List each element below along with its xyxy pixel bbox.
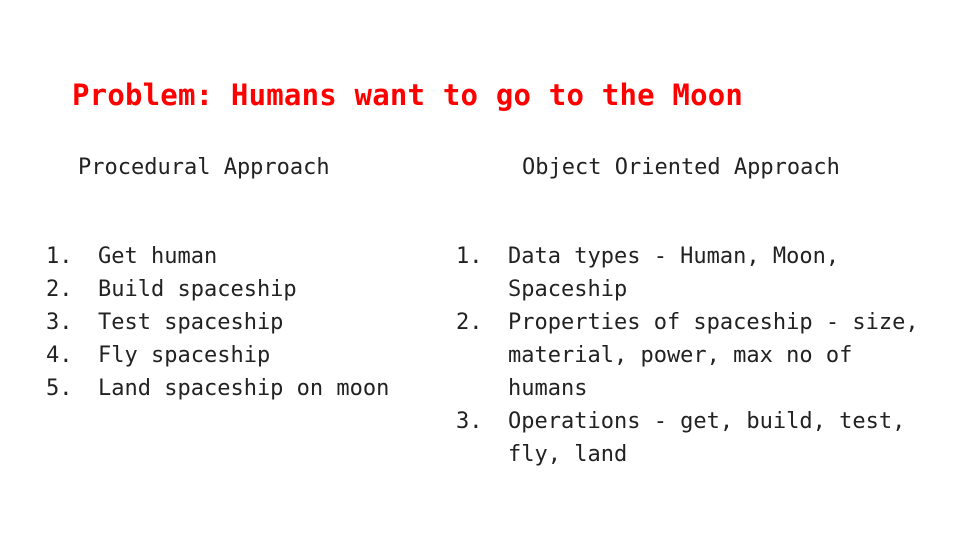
list-item-text: Operations - get, build, test, fly, land	[508, 409, 906, 467]
list-item-text: Data types - Human, Moon, Spaceship	[508, 244, 840, 302]
list-item-text: Test spaceship	[98, 310, 284, 335]
list-item: 5. Land spaceship on moon	[46, 372, 416, 405]
list-item-text: Fly spaceship	[98, 343, 271, 368]
list-item: 2. Properties of spaceship - size, mater…	[456, 306, 936, 405]
list-item: 4. Fly spaceship	[46, 339, 416, 372]
list-item-number: 2.	[46, 277, 73, 302]
procedural-steps-list: 1. Get human 2. Build spaceship 3. Test …	[46, 240, 416, 405]
list-item-text: Get human	[98, 244, 218, 269]
list-item-number: 1.	[456, 244, 483, 269]
list-item: 1. Data types - Human, Moon, Spaceship	[456, 240, 936, 306]
list-item-number: 5.	[46, 376, 73, 401]
list-item-number: 1.	[46, 244, 73, 269]
list-item-number: 3.	[46, 310, 73, 335]
list-item-text: Build spaceship	[98, 277, 297, 302]
list-item: 3. Test spaceship	[46, 306, 416, 339]
list-item-text: Land spaceship on moon	[98, 376, 390, 401]
list-item-text: Properties of spaceship - size, material…	[508, 310, 919, 401]
list-item-number: 2.	[456, 310, 483, 335]
list-item-number: 4.	[46, 343, 73, 368]
object-oriented-heading: Object Oriented Approach	[522, 155, 840, 180]
object-oriented-steps-list: 1. Data types - Human, Moon, Spaceship 2…	[456, 240, 936, 471]
list-item: 2. Build spaceship	[46, 273, 416, 306]
procedural-heading: Procedural Approach	[78, 155, 330, 180]
list-item-number: 3.	[456, 409, 483, 434]
slide-title: Problem: Humans want to go to the Moon	[72, 78, 744, 112]
list-item: 1. Get human	[46, 240, 416, 273]
list-item: 3. Operations - get, build, test, fly, l…	[456, 405, 936, 471]
